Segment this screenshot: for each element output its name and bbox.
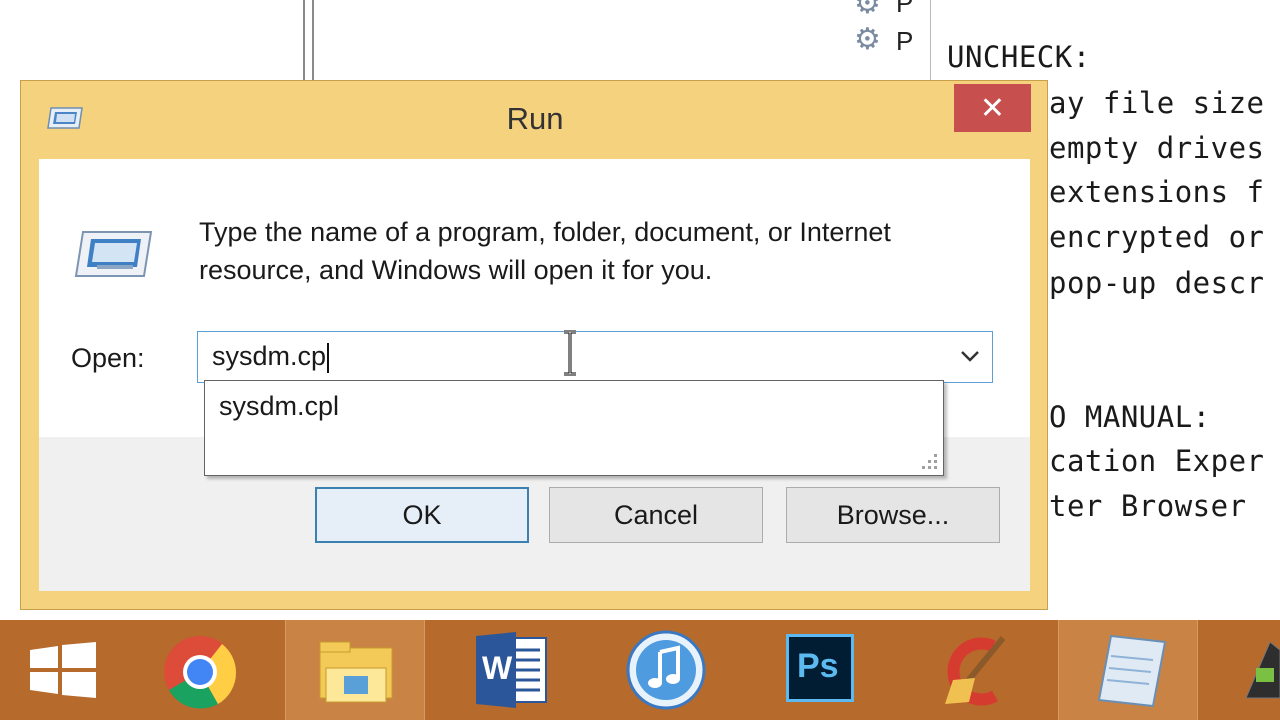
text-caret — [327, 342, 330, 373]
gear-icon: ⚙ — [854, 22, 881, 57]
itunes-icon — [626, 630, 706, 710]
open-label: Open: — [71, 343, 145, 373]
start-button[interactable] — [0, 620, 130, 720]
run-dialog: Run ✕ Type the name of a program, folder… — [20, 80, 1048, 610]
text-cursor-icon — [564, 330, 576, 376]
notepad-line: extensions f — [1049, 175, 1265, 209]
file-explorer-icon — [319, 641, 393, 703]
cancel-button[interactable]: Cancel — [549, 487, 763, 543]
photoshop-icon: Ps — [786, 634, 854, 702]
gear-label: P — [896, 26, 914, 56]
run-program-icon — [74, 231, 153, 277]
gear-label: P — [896, 0, 914, 18]
taskbar-photoshop[interactable]: Ps — [752, 620, 892, 720]
taskbar-itunes[interactable] — [596, 620, 736, 720]
chevron-down-icon[interactable] — [958, 344, 982, 368]
gear-icon: ⚙ — [854, 0, 881, 21]
open-combobox[interactable]: sysdm.cp — [197, 331, 993, 383]
dialog-title: Run — [506, 101, 564, 136]
resize-grip-icon[interactable] — [917, 449, 939, 471]
notepad-line: ter Browser — [1049, 489, 1247, 523]
app-icon — [1245, 641, 1280, 699]
notepad-line: ay file size — [1049, 86, 1265, 120]
taskbar-notepad[interactable] — [1058, 620, 1198, 720]
taskbar: W Ps — [0, 620, 1280, 720]
ok-button[interactable]: OK — [315, 487, 529, 543]
start-icon — [30, 642, 96, 698]
background-window-middle: ⚙ P ⚙ P — [312, 0, 930, 80]
notepad-line: UNCHECK: — [947, 40, 1091, 74]
autocomplete-item[interactable]: sysdm.cpl — [219, 391, 339, 422]
word-letter: W — [482, 650, 513, 686]
open-input[interactable]: sysdm.cp — [212, 341, 330, 373]
notepad-line: O MANUAL: — [1049, 400, 1211, 434]
ccleaner-icon — [945, 636, 1006, 706]
taskbar-app[interactable] — [1212, 620, 1280, 720]
photoshop-label: Ps — [797, 647, 839, 685]
notepad-icon — [1097, 634, 1167, 708]
notepad-line: cation Exper — [1049, 444, 1265, 478]
close-icon: ✕ — [979, 90, 1006, 126]
notepad-line: empty drives — [1049, 131, 1265, 165]
notepad-line: pop-up descr — [1049, 266, 1265, 300]
taskbar-ccleaner[interactable] — [905, 620, 1045, 720]
close-button[interactable]: ✕ — [954, 84, 1031, 132]
chrome-icon — [164, 636, 237, 709]
notepad-line: encrypted or — [1049, 220, 1265, 254]
dialog-description: Type the name of a program, folder, docu… — [199, 217, 891, 285]
autocomplete-list: sysdm.cpl — [204, 380, 944, 476]
taskbar-chrome[interactable] — [140, 620, 280, 720]
title-bar[interactable]: Run ✕ — [21, 81, 1047, 159]
taskbar-word[interactable]: W — [440, 620, 580, 720]
browse-button[interactable]: Browse... — [786, 487, 1000, 543]
taskbar-file-explorer[interactable] — [285, 620, 425, 720]
open-input-value: sysdm.cp — [212, 341, 327, 371]
